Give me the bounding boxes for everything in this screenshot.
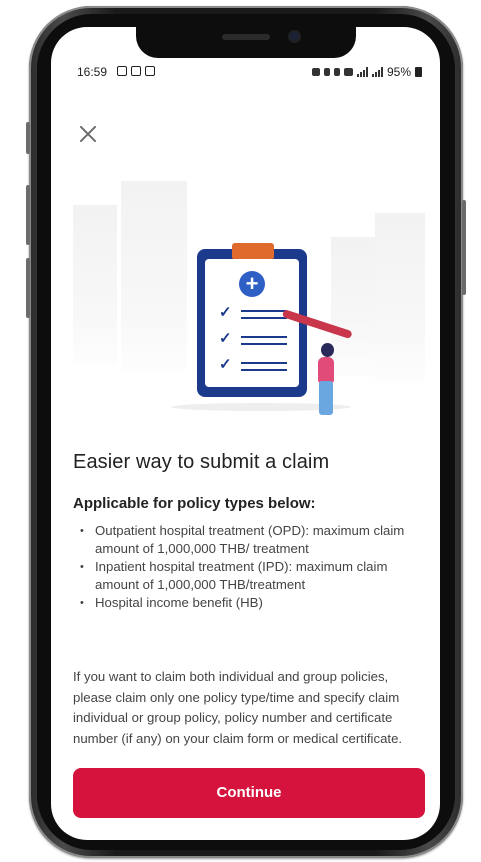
wifi-icon bbox=[343, 68, 353, 76]
building-shape bbox=[121, 181, 187, 371]
building-shape bbox=[331, 237, 377, 377]
phone-notch bbox=[136, 25, 356, 58]
signal-icon bbox=[371, 67, 383, 77]
section-subtitle: Applicable for policy types below: bbox=[73, 495, 316, 512]
check-icon bbox=[145, 66, 155, 76]
person-legs bbox=[319, 381, 333, 415]
person-head bbox=[321, 343, 334, 357]
side-button-left-1 bbox=[26, 122, 30, 154]
list-item: Hospital income benefit (HB) bbox=[75, 594, 425, 612]
checkmark-icon: ✓ bbox=[219, 304, 232, 321]
claim-illustration: + ✓ ✓ ✓ bbox=[51, 167, 440, 417]
side-button-right bbox=[462, 200, 466, 295]
checklist-line bbox=[241, 343, 287, 345]
close-button[interactable] bbox=[77, 123, 99, 145]
camera bbox=[290, 32, 299, 41]
checklist-line bbox=[241, 362, 287, 364]
image-icon bbox=[117, 66, 127, 76]
checklist-line bbox=[241, 336, 287, 338]
person-body bbox=[318, 357, 334, 383]
building-shape bbox=[375, 213, 425, 383]
plus-icon: + bbox=[239, 271, 265, 297]
list-item: Outpatient hospital treatment (OPD): max… bbox=[75, 522, 425, 558]
building-shape bbox=[73, 205, 117, 365]
checklist-line bbox=[241, 310, 287, 312]
clipboard-clip bbox=[232, 243, 274, 259]
checkmark-icon: ✓ bbox=[219, 356, 232, 373]
page-title: Easier way to submit a claim bbox=[73, 451, 330, 473]
continue-button[interactable]: Continue bbox=[73, 768, 425, 818]
alarm-icon bbox=[311, 68, 320, 76]
message-icon bbox=[131, 66, 141, 76]
status-bar: 16:59 95% bbox=[51, 63, 440, 81]
side-button-left-2 bbox=[26, 185, 30, 245]
battery-icon bbox=[415, 67, 422, 77]
signal-icon bbox=[356, 67, 368, 77]
claim-note: If you want to claim both individual and… bbox=[73, 669, 403, 746]
checklist-line bbox=[241, 369, 287, 371]
battery-percent: 95% bbox=[386, 65, 411, 79]
app-screen: 16:59 95% + ✓ ✓ ✓ Easier way to submit a… bbox=[51, 27, 440, 840]
mute-icon bbox=[333, 68, 340, 76]
status-time: 16:59 bbox=[77, 65, 108, 79]
list-item: Inpatient hospital treatment (IPD): maxi… bbox=[75, 558, 425, 594]
policy-type-list: Outpatient hospital treatment (OPD): max… bbox=[75, 522, 425, 612]
status-notification-icons bbox=[117, 66, 155, 76]
side-button-left-3 bbox=[26, 258, 30, 318]
bluetooth-icon bbox=[323, 68, 330, 76]
speaker bbox=[222, 34, 270, 40]
checklist-line bbox=[241, 317, 287, 319]
checkmark-icon: ✓ bbox=[219, 330, 232, 347]
status-system-icons: 95% bbox=[311, 65, 422, 79]
